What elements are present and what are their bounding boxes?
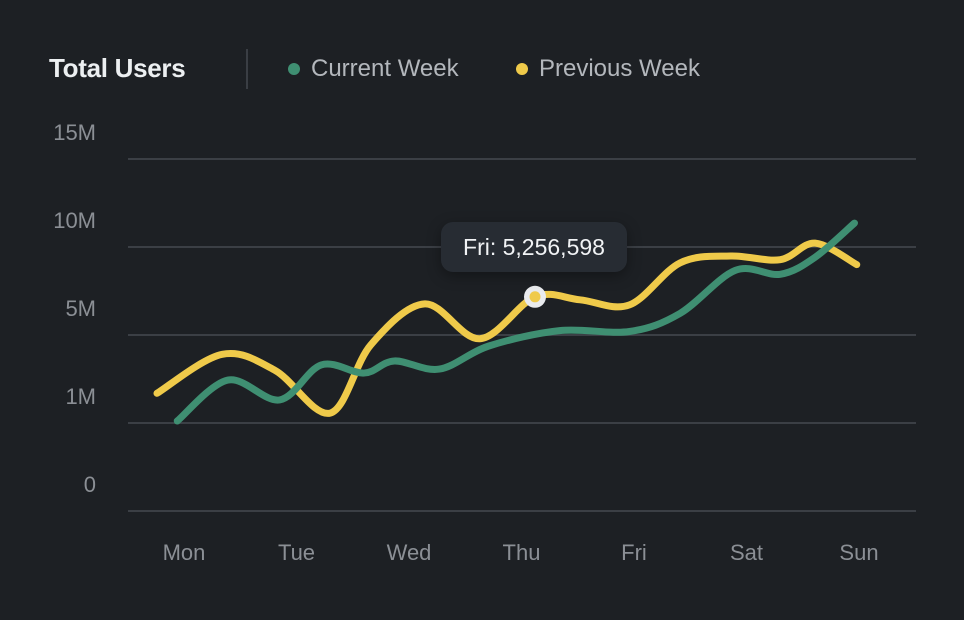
- plot-area: [128, 158, 916, 512]
- highlight-marker-dot: [529, 291, 541, 303]
- tooltip: Fri: 5,256,598: [441, 222, 627, 272]
- tooltip-text: Fri: 5,256,598: [463, 233, 605, 260]
